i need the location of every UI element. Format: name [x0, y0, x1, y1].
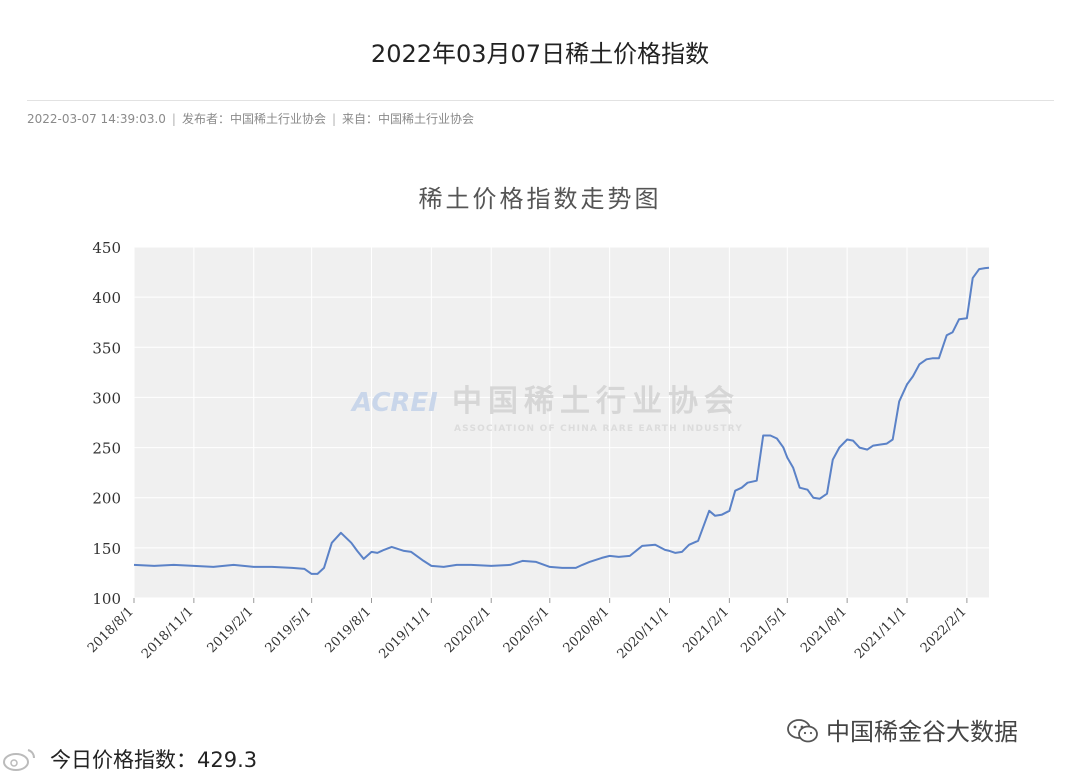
x-tick-label: 2019/11/1: [376, 604, 434, 662]
weibo-icon: [3, 749, 35, 771]
publish-date: 2022-03-07 14:39:03.0: [27, 112, 166, 126]
brand-watermark: 中国稀金谷大数据: [786, 712, 1018, 747]
plot-background: [134, 247, 989, 598]
y-tick-label: 250: [92, 440, 121, 458]
today-index: 今日价格指数：429.3: [50, 744, 257, 774]
article-meta: 2022-03-07 14:39:03.0 | 发布者：中国稀土行业协会 | 来自：中国…: [27, 110, 474, 127]
today-label: 今日价格指数：: [50, 748, 197, 772]
x-tick-label: 2019/5/1: [263, 604, 315, 656]
page-title: 2022年03月07日稀土价格指数: [370, 40, 710, 68]
x-tick-label: 2020/11/1: [615, 604, 673, 662]
x-tick-label: 2019/8/1: [322, 604, 374, 656]
x-tick-label: 2021/2/1: [680, 604, 732, 656]
x-tick-label: 2020/8/1: [561, 604, 613, 656]
source: 来自：中国稀土行业协会: [342, 112, 475, 126]
x-tick-label: 2019/2/1: [205, 604, 257, 656]
publisher: 发布者：中国稀土行业协会: [181, 112, 326, 126]
price-index-chart: 稀土价格指数走势图 ACREI 中国稀土行业协会 ASSOCIATION OF …: [0, 160, 1080, 680]
y-tick-label: 400: [92, 289, 121, 307]
x-tick-label: 2018/8/1: [85, 604, 137, 656]
watermark-logo: ACREI: [350, 388, 438, 418]
x-tick-label: 2021/11/1: [852, 604, 910, 662]
wechat-icon: [787, 719, 818, 743]
x-tick-label: 2018/11/1: [139, 604, 197, 662]
y-axis-ticks: 100 150 200 250 300 350 400 450: [92, 239, 121, 608]
x-tick-label: 2021/8/1: [798, 604, 850, 656]
y-tick-label: 350: [92, 339, 121, 357]
today-value: 429.3: [197, 748, 258, 772]
chart-svg: 稀土价格指数走势图 ACREI 中国稀土行业协会 ASSOCIATION OF …: [85, 185, 990, 662]
meta-separator: |: [171, 112, 176, 126]
watermark-org-name-en: ASSOCIATION OF CHINA RARE EARTH INDUSTRY: [454, 424, 743, 434]
x-tick-label: 2020/2/1: [442, 604, 494, 656]
title-divider: [27, 100, 1054, 101]
brand-name: 中国稀金谷大数据: [826, 718, 1018, 746]
x-tick-label: 2021/5/1: [738, 604, 790, 656]
x-tick-label: 2022/2/1: [918, 604, 970, 656]
y-tick-label: 450: [92, 239, 121, 257]
x-tick-label: 2020/5/1: [501, 604, 553, 656]
y-tick-label: 300: [92, 389, 121, 407]
chart-title: 稀土价格指数走势图: [419, 185, 662, 213]
y-tick-label: 100: [92, 590, 121, 608]
meta-separator: |: [331, 112, 337, 126]
x-axis-ticks: 2018/8/1 2018/11/1 2019/2/1 2019/5/1 2019/8/…: [85, 598, 970, 662]
watermark-org-name: 中国稀土行业协会: [452, 384, 740, 419]
y-tick-label: 150: [92, 540, 121, 558]
y-tick-label: 200: [92, 490, 121, 508]
